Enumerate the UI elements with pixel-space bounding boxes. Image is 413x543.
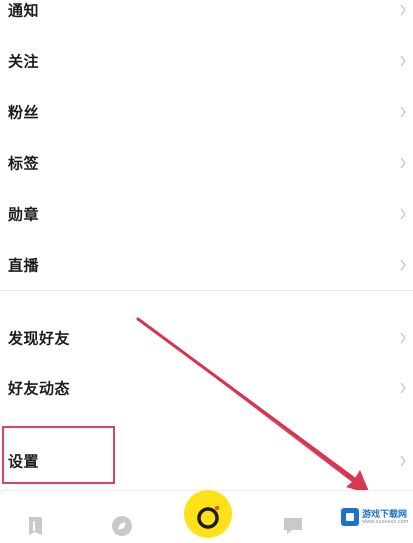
menu-item-tags[interactable]: 标签 — [0, 141, 413, 185]
camera-button[interactable] — [184, 490, 232, 538]
menu-item-label: 勋章 — [8, 205, 40, 224]
watermark: 游戏下载网 www.xxxxxxx.com — [337, 504, 413, 530]
menu-item-badges[interactable]: 勋章 — [0, 192, 413, 236]
menu-item-label: 通知 — [8, 1, 40, 20]
camera-icon — [197, 505, 220, 529]
menu-item-friend-activity[interactable]: 好友动态 — [0, 366, 413, 410]
menu-item-discover-friends[interactable]: 发现好友 — [0, 316, 413, 360]
menu-item-label: 粉丝 — [8, 103, 40, 122]
menu-item-label: 关注 — [8, 52, 40, 71]
menu-item-label: 发现好友 — [8, 329, 71, 348]
menu-item-label: 标签 — [8, 154, 40, 173]
message-icon — [284, 518, 302, 534]
compass-icon — [112, 516, 132, 536]
tab-messages[interactable] — [262, 491, 322, 543]
watermark-subtitle: www.xxxxxxx.com — [362, 519, 409, 525]
chevron-right-icon — [400, 106, 406, 118]
chevron-right-icon — [400, 208, 406, 220]
bookmark-icon — [29, 517, 42, 535]
menu-item-notifications[interactable]: 通知 — [0, 0, 413, 32]
menu-item-label: 好友动态 — [8, 379, 71, 398]
menu-item-label: 直播 — [8, 256, 40, 275]
menu-item-following[interactable]: 关注 — [0, 39, 413, 83]
chevron-right-icon — [400, 382, 406, 394]
tab-home[interactable] — [10, 491, 70, 543]
watermark-logo-icon — [341, 508, 359, 526]
chevron-right-icon — [400, 332, 406, 344]
chevron-right-icon — [400, 4, 406, 16]
chevron-right-icon — [400, 455, 406, 467]
chevron-right-icon — [400, 157, 406, 169]
section-divider — [0, 290, 413, 291]
chevron-right-icon — [400, 55, 406, 67]
tab-discover[interactable] — [95, 491, 155, 543]
settings-highlight-box — [2, 426, 115, 484]
chevron-right-icon — [400, 259, 406, 271]
menu-item-followers[interactable]: 粉丝 — [0, 90, 413, 134]
menu-item-live[interactable]: 直播 — [0, 243, 413, 287]
